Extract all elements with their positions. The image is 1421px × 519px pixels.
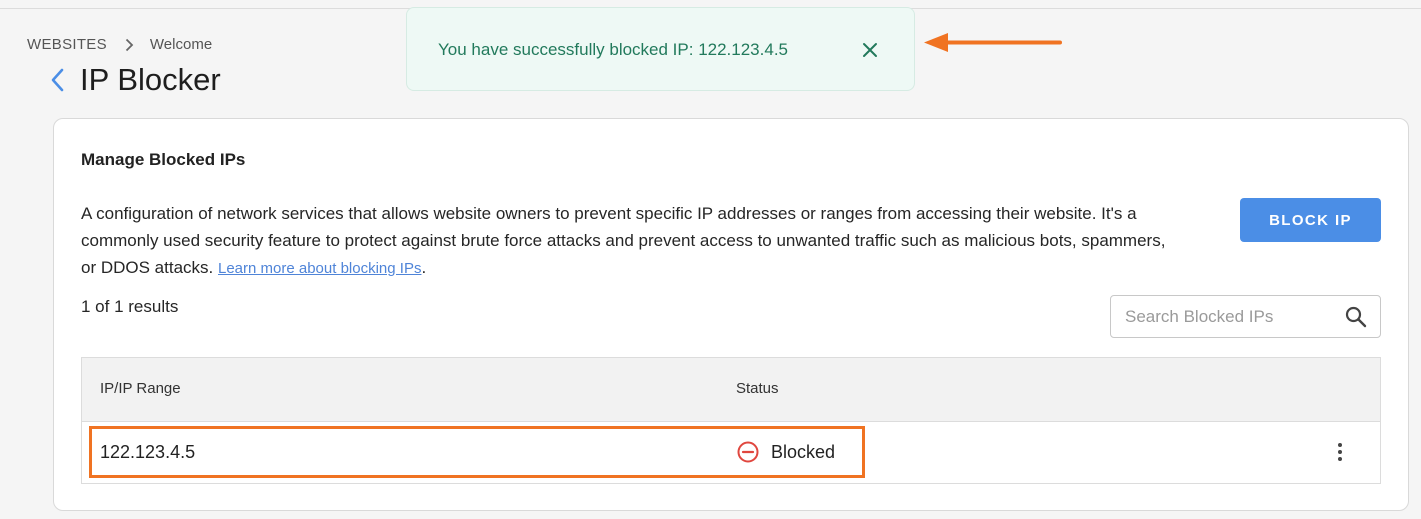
card-description: A configuration of network services that… (81, 200, 1171, 282)
breadcrumb-current: Welcome (149, 36, 213, 53)
column-header-ip-range: IP/IP Range (100, 380, 181, 397)
breadcrumb-websites-link[interactable]: WEBSITES (27, 36, 107, 53)
search-input[interactable] (1111, 296, 1345, 337)
chevron-right-icon (125, 38, 134, 52)
search-box (1110, 295, 1381, 338)
results-count: 1 of 1 results (81, 297, 179, 316)
annotation-highlight-box (89, 426, 865, 478)
close-icon (863, 43, 877, 57)
description-period: . (421, 258, 427, 277)
more-vertical-icon (1338, 443, 1342, 461)
chevron-left-icon (51, 68, 64, 92)
block-ip-button[interactable]: BLOCK IP (1240, 198, 1381, 242)
column-header-status: Status (736, 380, 779, 397)
table-header: IP/IP Range Status (82, 358, 1380, 422)
annotation-arrow (924, 33, 1062, 52)
toast-message: You have successfully blocked IP: 122.12… (438, 40, 788, 59)
page-title: IP Blocker (80, 62, 221, 97)
search-button[interactable] (1345, 306, 1367, 328)
breadcrumb: WEBSITES Welcome (27, 36, 212, 53)
title-row: IP Blocker (50, 60, 221, 100)
success-toast: You have successfully blocked IP: 122.12… (406, 7, 915, 91)
row-actions-button[interactable] (1332, 440, 1348, 464)
back-button[interactable] (50, 60, 72, 100)
card-heading: Manage Blocked IPs (81, 150, 246, 169)
toast-close-button[interactable] (861, 41, 879, 59)
learn-more-link[interactable]: Learn more about blocking IPs (218, 260, 421, 277)
search-icon (1345, 306, 1367, 328)
